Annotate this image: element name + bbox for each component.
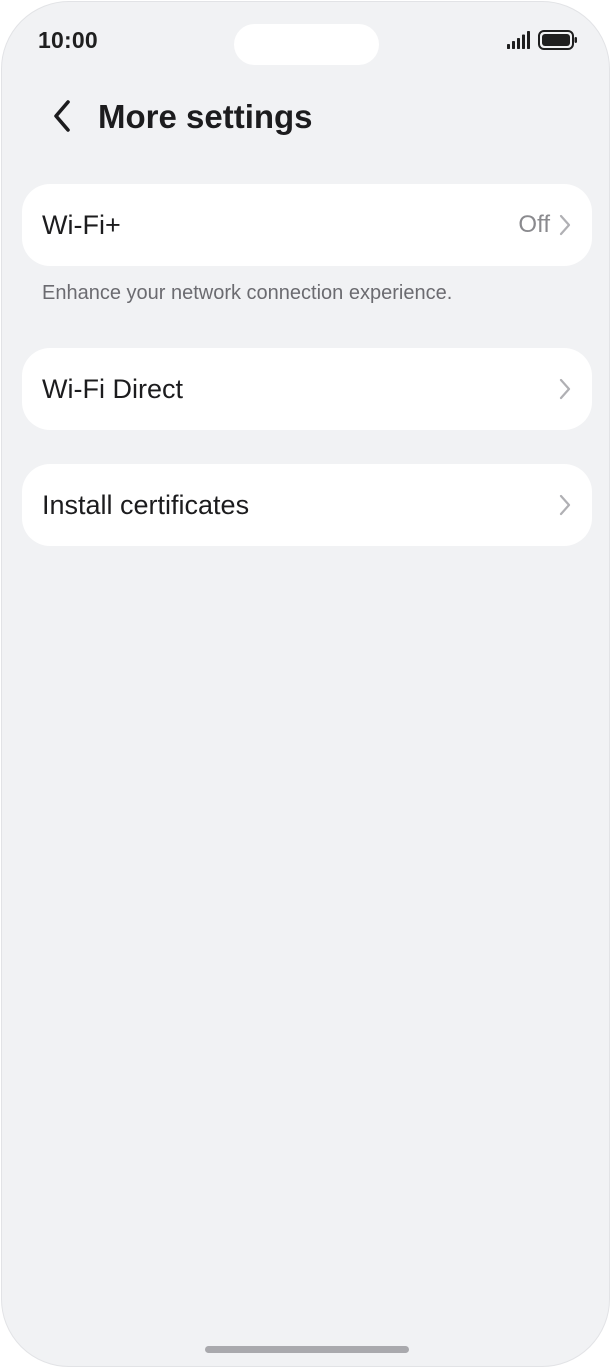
camera-pill	[234, 24, 379, 65]
chevron-right-icon	[558, 213, 572, 237]
signal-icon	[507, 31, 530, 49]
install-certificates-item[interactable]: Install certificates	[22, 464, 592, 546]
chevron-right-icon	[558, 493, 572, 517]
phone-screen: 10:00 More settings Wi-Fi+ Off Enhance y…	[1, 1, 610, 1367]
wifi-direct-label: Wi-Fi Direct	[42, 373, 183, 404]
wifi-plus-value: Off	[518, 211, 550, 238]
wifi-direct-item[interactable]: Wi-Fi Direct	[22, 348, 592, 430]
wifi-plus-item[interactable]: Wi-Fi+ Off	[22, 184, 592, 266]
chevron-left-icon	[54, 100, 70, 132]
home-indicator[interactable]	[205, 1346, 409, 1353]
back-button[interactable]	[42, 96, 82, 136]
battery-icon	[538, 30, 577, 50]
install-certificates-label: Install certificates	[42, 489, 250, 520]
status-time: 10:00	[38, 27, 98, 53]
wifi-plus-description: Enhance your network connection experien…	[42, 282, 453, 304]
wifi-plus-label: Wi-Fi+	[42, 209, 121, 240]
chevron-right-icon	[558, 377, 572, 401]
page-title: More settings	[98, 98, 313, 135]
